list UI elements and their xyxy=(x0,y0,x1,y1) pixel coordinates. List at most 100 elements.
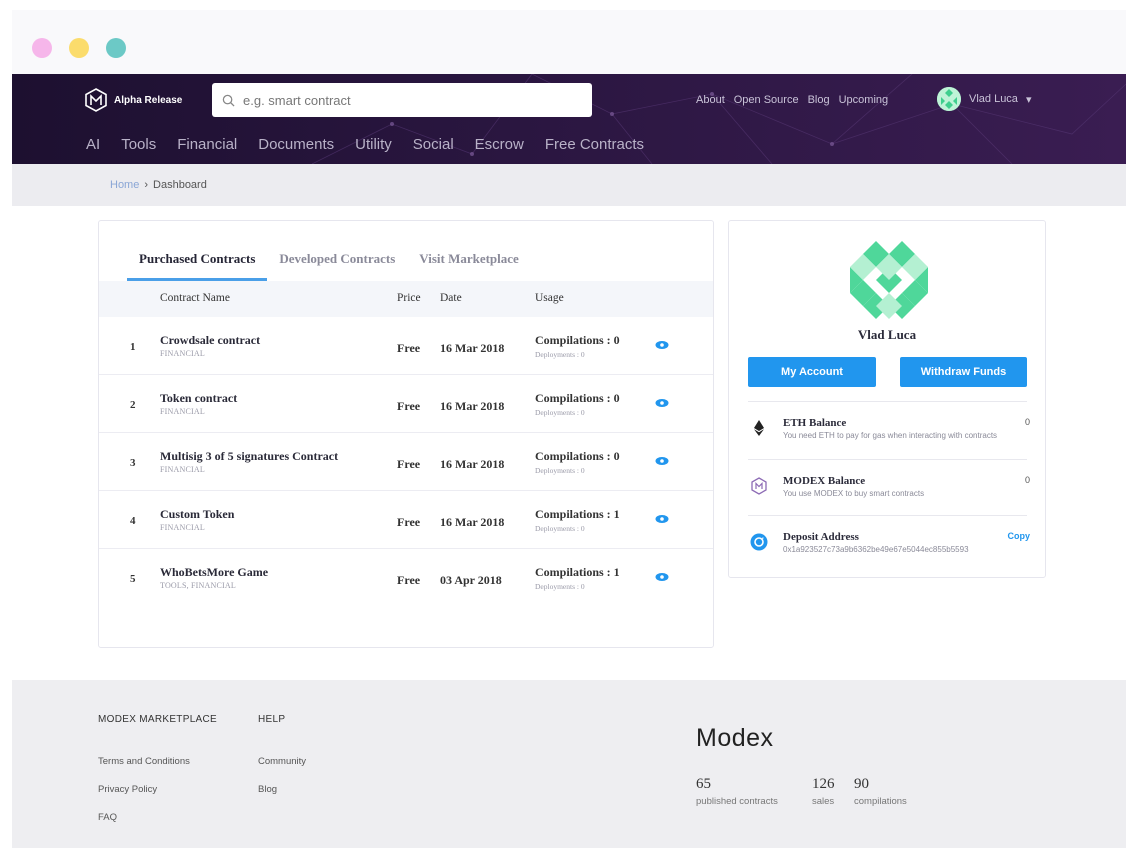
contract-date: 16 Mar 2018 xyxy=(440,399,505,413)
my-account-button[interactable]: My Account xyxy=(748,357,876,387)
table-row[interactable]: 3 Multisig 3 of 5 signatures Contract FI… xyxy=(99,433,713,491)
contract-name[interactable]: Multisig 3 of 5 signatures Contract xyxy=(160,449,338,464)
table-row[interactable]: 5 WhoBetsMore Game TOOLS, FINANCIAL Free… xyxy=(99,549,713,607)
top-link-blog[interactable]: Blog xyxy=(808,94,830,106)
compilations-count: Compilations : 0 xyxy=(535,333,620,347)
footer-link-blog[interactable]: Blog xyxy=(258,784,277,795)
window-minimize-dot[interactable] xyxy=(69,38,89,58)
eth-balance-description: You need ETH to pay for gas when interac… xyxy=(783,431,998,440)
table-header: Contract Name Price Date Usage xyxy=(99,281,713,317)
modex-balance: MODEX Balance You use MODEX to buy smart… xyxy=(748,475,1030,505)
row-number: 5 xyxy=(130,573,136,585)
tab-developed-contracts[interactable]: Developed Contracts xyxy=(267,251,407,281)
contract-name[interactable]: Crowdsale contract xyxy=(160,333,260,348)
nav-item-escrow[interactable]: Escrow xyxy=(475,136,524,153)
contract-date: 03 Apr 2018 xyxy=(440,573,502,587)
site-logo[interactable]: Alpha Release xyxy=(84,88,182,112)
withdraw-funds-button[interactable]: Withdraw Funds xyxy=(900,357,1027,387)
contract-category: TOOLS, FINANCIAL xyxy=(160,581,236,590)
divider xyxy=(748,515,1027,516)
modex-hexagon-icon xyxy=(751,477,767,495)
footer-link-privacy[interactable]: Privacy Policy xyxy=(98,784,157,795)
copy-address-button[interactable]: Copy xyxy=(1008,531,1031,541)
nav-item-social[interactable]: Social xyxy=(413,136,454,153)
view-eye-icon[interactable] xyxy=(655,514,669,524)
divider xyxy=(748,401,1027,402)
contract-date: 16 Mar 2018 xyxy=(440,515,505,529)
identicon-avatar xyxy=(850,241,928,319)
browser-window: Alpha Release About Open Source Blog Upc… xyxy=(12,10,1126,848)
footer-link-terms[interactable]: Terms and Conditions xyxy=(98,756,190,767)
chevron-down-icon: ▾ xyxy=(1025,93,1032,106)
nav-item-documents[interactable]: Documents xyxy=(258,136,334,153)
modex-hexagon-icon xyxy=(85,88,107,112)
contract-category: FINANCIAL xyxy=(160,407,205,416)
table-row[interactable]: 4 Custom Token FINANCIAL Free 16 Mar 201… xyxy=(99,491,713,549)
stat-sales-value: 126 xyxy=(812,776,835,792)
modex-balance-value: 0 xyxy=(1024,475,1030,485)
deposit-address: Deposit Address 0x1a923527c73a9b6362be49… xyxy=(748,531,1030,561)
footer-link-community[interactable]: Community xyxy=(258,756,306,767)
deployments-count: Deployments : 0 xyxy=(535,466,585,475)
contract-price: Free xyxy=(397,341,421,355)
top-link-upcoming[interactable]: Upcoming xyxy=(839,94,889,106)
profile-card: Vlad Luca My Account Withdraw Funds ETH … xyxy=(728,220,1046,578)
user-menu[interactable]: Vlad Luca ▾ xyxy=(937,87,1031,111)
modex-balance-title: MODEX Balance xyxy=(783,475,866,487)
compilations-count: Compilations : 1 xyxy=(535,507,620,521)
contract-name[interactable]: Token contract xyxy=(160,391,237,406)
window-maximize-dot[interactable] xyxy=(106,38,126,58)
breadcrumb-separator: › xyxy=(144,179,149,191)
tab-purchased-contracts[interactable]: Purchased Contracts xyxy=(127,251,268,281)
contract-price: Free xyxy=(397,399,421,413)
stat-sales-label: sales xyxy=(812,796,835,807)
eth-balance-title: ETH Balance xyxy=(783,417,847,429)
contract-date: 16 Mar 2018 xyxy=(440,457,505,471)
modex-brand-logo: Modex xyxy=(696,724,774,752)
search-box[interactable] xyxy=(212,83,592,117)
window-close-dot[interactable] xyxy=(32,38,52,58)
breadcrumb-home[interactable]: Home xyxy=(110,179,139,191)
breadcrumb: Home › Dashboard xyxy=(12,164,1126,206)
view-eye-icon[interactable] xyxy=(655,398,669,408)
contract-name[interactable]: Custom Token xyxy=(160,507,234,522)
contract-date: 16 Mar 2018 xyxy=(440,341,505,355)
nav-item-utility[interactable]: Utility xyxy=(355,136,392,153)
column-header-date: Date xyxy=(440,292,462,304)
deposit-address-value[interactable]: 0x1a923527c73a9b6362be49e67e5044ec855b55… xyxy=(783,545,1015,555)
compilations-count: Compilations : 0 xyxy=(535,449,620,463)
site-footer: MODEX MARKETPLACE HELP Terms and Conditi… xyxy=(12,680,1126,848)
top-link-open-source[interactable]: Open Source xyxy=(734,94,799,106)
top-link-about[interactable]: About xyxy=(696,94,725,106)
footer-link-faq[interactable]: FAQ xyxy=(98,812,117,823)
row-number: 3 xyxy=(130,457,136,469)
search-icon xyxy=(222,94,235,107)
contracts-panel: Purchased Contracts Developed Contracts … xyxy=(98,220,714,648)
footer-heading-help: HELP xyxy=(258,714,286,725)
contract-category: FINANCIAL xyxy=(160,465,205,474)
nav-item-financial[interactable]: Financial xyxy=(177,136,237,153)
dashboard-content: Purchased Contracts Developed Contracts … xyxy=(12,206,1126,680)
contract-name[interactable]: WhoBetsMore Game xyxy=(160,565,268,580)
table-row[interactable]: 2 Token contract FINANCIAL Free 16 Mar 2… xyxy=(99,375,713,433)
contract-price: Free xyxy=(397,573,421,587)
logo-label: Alpha Release xyxy=(114,94,183,106)
deployments-count: Deployments : 0 xyxy=(535,582,585,591)
tab-visit-marketplace[interactable]: Visit Marketplace xyxy=(407,251,531,281)
column-header-usage: Usage xyxy=(535,292,564,304)
table-row[interactable]: 1 Crowdsale contract FINANCIAL Free 16 M… xyxy=(99,317,713,375)
deployments-count: Deployments : 0 xyxy=(535,350,585,359)
nav-item-free-contracts[interactable]: Free Contracts xyxy=(545,136,644,153)
search-input[interactable] xyxy=(243,92,563,108)
view-eye-icon[interactable] xyxy=(655,340,669,350)
compilations-count: Compilations : 1 xyxy=(535,565,620,579)
eth-balance: ETH Balance You need ETH to pay for gas … xyxy=(748,417,1030,457)
nav-item-tools[interactable]: Tools xyxy=(121,136,156,153)
view-eye-icon[interactable] xyxy=(655,456,669,466)
divider xyxy=(748,459,1027,460)
stat-published-label: published contracts xyxy=(696,796,778,807)
view-eye-icon[interactable] xyxy=(655,572,669,582)
site-header: Alpha Release About Open Source Blog Upc… xyxy=(12,74,1126,164)
nav-item-ai[interactable]: AI xyxy=(86,136,100,153)
deployments-count: Deployments : 0 xyxy=(535,408,585,417)
